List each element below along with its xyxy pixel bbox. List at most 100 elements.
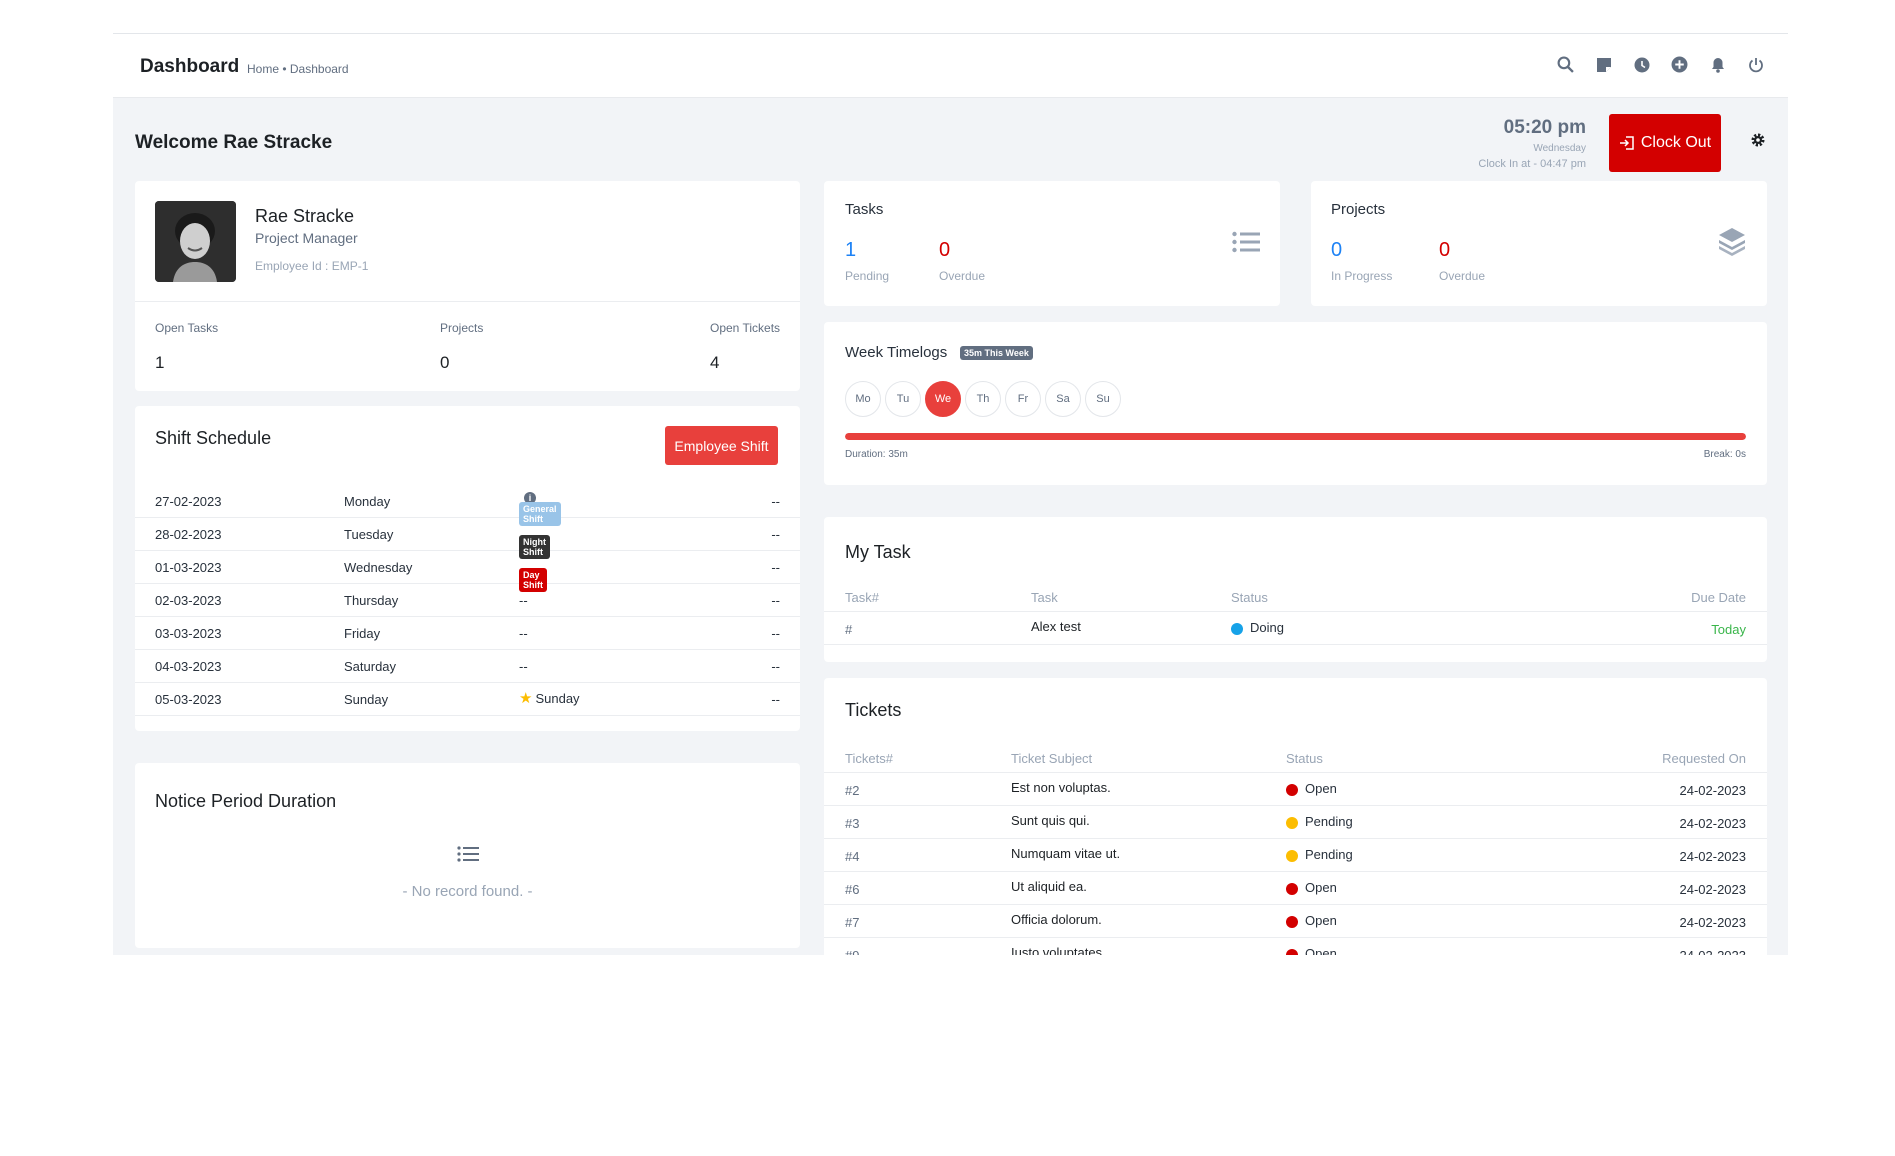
shift-date: 27-02-2023 [155, 494, 222, 509]
task-due: Today [1711, 622, 1746, 637]
shift-date: 02-03-2023 [155, 593, 222, 608]
ticket-subject-link[interactable]: Officia dolorum. [1011, 912, 1102, 927]
pending-count[interactable]: 1 [845, 239, 856, 262]
timelog-progress-fill [845, 433, 1746, 440]
star-icon: ★ [519, 690, 533, 707]
col-due-date: Due Date [1691, 590, 1746, 605]
status-dot-icon [1286, 816, 1298, 829]
status-dot-icon [1286, 882, 1298, 895]
stat-open-tasks[interactable]: Open Tasks 1 [155, 321, 218, 373]
avatar[interactable] [155, 201, 236, 282]
profile-role: Project Manager [255, 230, 358, 246]
shift-end: -- [771, 560, 780, 575]
notice-period-card: Notice Period Duration - No record found… [135, 763, 800, 948]
ticket-date: 24-02-2023 [1679, 783, 1747, 798]
day-sa[interactable]: Sa [1045, 381, 1081, 417]
table-header: Tickets# Ticket Subject Status Requested… [824, 744, 1767, 773]
clock-out-button[interactable]: Clock Out [1609, 114, 1721, 172]
ticket-num: #4 [845, 849, 860, 864]
ticket-date: 24-02-2023 [1679, 882, 1747, 897]
header-icons [1555, 54, 1766, 75]
shift-row: 01-03-2023 Wednesday Day Shift -- [135, 550, 800, 592]
projects-card[interactable]: Projects 0 In Progress 0 Overdue [1311, 181, 1767, 306]
ticket-num: #6 [845, 882, 860, 897]
list-icon [457, 845, 479, 868]
col-status: Status [1286, 751, 1323, 766]
ticket-subject-link[interactable]: Numquam vitae ut. [1011, 846, 1120, 861]
day-su[interactable]: Su [1085, 381, 1121, 417]
table-row[interactable]: #7 Officia dolorum. Open 24-02-2023 [824, 905, 1767, 938]
ticket-subject-link[interactable]: Sunt quis qui. [1011, 813, 1090, 828]
sticky-note-icon[interactable] [1593, 54, 1614, 75]
card-title: Shift Schedule [155, 428, 272, 448]
plus-circle-icon[interactable] [1669, 54, 1690, 75]
ticket-status-label: Pending [1305, 814, 1353, 829]
stat-projects[interactable]: Projects 0 [440, 321, 483, 373]
gear-icon[interactable] [1750, 132, 1766, 148]
shift-day: Monday [344, 494, 391, 509]
shift-cell: General Shift i [519, 492, 561, 526]
table-row[interactable]: #2 Est non voluptas. Open 24-02-2023 [824, 773, 1767, 806]
shift-label: -- [519, 659, 528, 674]
overdue-count[interactable]: 0 [1439, 239, 1450, 262]
power-icon[interactable] [1745, 54, 1766, 75]
clock-icon[interactable] [1631, 54, 1652, 75]
status-dot-icon [1286, 849, 1298, 862]
shift-row: 27-02-2023 Monday General Shift i -- [135, 484, 800, 526]
clock-widget: 05:20 pm Wednesday Clock In at - 04:47 p… [1478, 117, 1586, 170]
day-fr[interactable]: Fr [1005, 381, 1041, 417]
breadcrumb[interactable]: Home • Dashboard [247, 62, 349, 76]
tasks-card[interactable]: Tasks 1 Pending 0 Overdue [824, 181, 1280, 306]
task-link[interactable]: Alex test [1031, 619, 1081, 634]
employee-shift-button[interactable]: Employee Shift [665, 426, 778, 465]
bell-icon[interactable] [1707, 54, 1728, 75]
day-th[interactable]: Th [965, 381, 1001, 417]
overdue-count[interactable]: 0 [939, 239, 950, 262]
ticket-status: Open [1286, 946, 1337, 955]
col-task: Task [1031, 590, 1058, 605]
ticket-subject-link[interactable]: Iusto voluptates. [1011, 945, 1106, 955]
task-status-label: Doing [1250, 620, 1284, 635]
ticket-subject-link[interactable]: Est non voluptas. [1011, 780, 1111, 795]
stat-value: 0 [440, 353, 450, 372]
employee-id: Employee Id : EMP-1 [255, 259, 369, 273]
table-row[interactable]: #6 Ut aliquid ea. Open 24-02-2023 [824, 872, 1767, 905]
table-row[interactable]: #3 Sunt quis qui. Pending 24-02-2023 [824, 806, 1767, 839]
welcome-heading: Welcome Rae Stracke [135, 132, 333, 153]
col-ticket-num: Tickets# [845, 751, 893, 766]
profile-name[interactable]: Rae Stracke [255, 206, 354, 227]
page-title: Dashboard [140, 56, 240, 77]
ticket-status-label: Open [1305, 913, 1337, 928]
task-num: # [845, 622, 853, 637]
pending-label: Pending [845, 269, 890, 283]
ticket-num: #7 [845, 915, 860, 930]
shift-end: -- [771, 494, 780, 509]
card-title: My Task [845, 542, 911, 562]
overdue-label: Overdue [939, 269, 986, 283]
day-we[interactable]: We [925, 381, 961, 417]
shift-row: 05-03-2023 Sunday ★ Sunday -- [135, 682, 800, 716]
stat-open-tickets[interactable]: Open Tickets 4 [710, 321, 780, 373]
shift-date: 04-03-2023 [155, 659, 222, 674]
ticket-subject-link[interactable]: Ut aliquid ea. [1011, 879, 1087, 894]
table-row[interactable]: #9 Iusto voluptates. Open 24-02-2023 [824, 938, 1767, 955]
my-task-card: My Task Task# Task Status Due Date # Ale… [824, 517, 1767, 662]
in-progress-count[interactable]: 0 [1331, 239, 1342, 262]
table-row[interactable]: # Alex test Doing Today [824, 612, 1767, 645]
stat-label: Projects [440, 321, 484, 335]
search-icon[interactable] [1555, 54, 1576, 75]
ticket-date: 24-02-2023 [1679, 849, 1747, 864]
stat-label: Open Tickets [710, 321, 781, 335]
day-tu[interactable]: Tu [885, 381, 921, 417]
shift-date: 01-03-2023 [155, 560, 222, 575]
ticket-num: #9 [845, 948, 859, 955]
day-mo[interactable]: Mo [845, 381, 881, 417]
table-row[interactable]: #4 Numquam vitae ut. Pending 24-02-2023 [824, 839, 1767, 872]
ticket-status: Pending [1286, 814, 1353, 829]
shift-row: 03-03-2023 Friday -- -- [135, 616, 800, 650]
status-dot-icon [1286, 948, 1298, 955]
status-dot-icon [1286, 915, 1298, 928]
shift-day: Wednesday [344, 560, 413, 575]
duration-label: Duration: 35m [845, 449, 908, 460]
in-progress-label: In Progress [1331, 269, 1393, 283]
